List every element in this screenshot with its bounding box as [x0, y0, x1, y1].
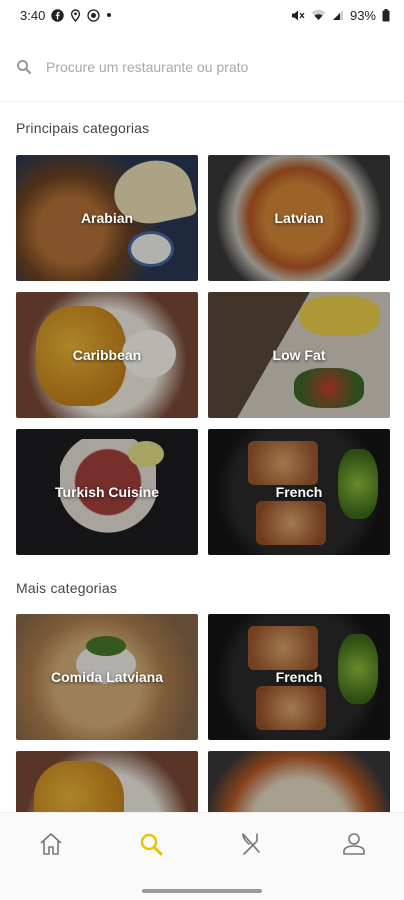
category-label: Latvian [274, 210, 324, 226]
nav-home[interactable] [31, 829, 71, 859]
battery-icon [382, 8, 390, 22]
category-label: Caribbean [72, 347, 142, 363]
mute-icon [291, 9, 305, 22]
category-tile-turkish-cuisine[interactable]: Turkish Cuisine [16, 429, 198, 555]
status-bar: 3:40 93% [0, 0, 404, 30]
home-icon [38, 831, 64, 857]
record-icon [87, 8, 100, 22]
main-categories-title: Principais categorias [16, 120, 150, 136]
search-input[interactable] [46, 58, 366, 75]
category-tile-caribbean[interactable]: Caribbean [16, 292, 198, 418]
category-tile-latvian[interactable]: Latvian [208, 155, 390, 281]
bottom-navigation [0, 812, 404, 900]
category-tile-french[interactable]: French [208, 429, 390, 555]
category-tile-low-fat[interactable]: Low Fat [208, 292, 390, 418]
category-label: Arabian [80, 210, 134, 226]
gesture-bar[interactable] [142, 889, 262, 893]
facebook-icon [51, 8, 65, 22]
battery-percent: 93% [349, 7, 376, 23]
search-icon [16, 59, 32, 75]
status-time: 3:40 [20, 7, 46, 23]
search-icon [138, 831, 164, 857]
search-bar[interactable] [0, 32, 404, 102]
nav-search[interactable] [131, 829, 171, 859]
category-tile-comida-latviana[interactable]: Comida Latviana [16, 614, 198, 740]
signal-icon [332, 9, 344, 21]
nav-restaurants[interactable] [232, 829, 272, 859]
category-tile-french[interactable]: French [208, 614, 390, 740]
dot-icon [106, 12, 112, 18]
category-label: Comida Latviana [50, 669, 164, 685]
location-icon [70, 8, 81, 22]
fork-knife-icon [239, 831, 265, 857]
category-label: Low Fat [272, 347, 326, 363]
category-label: French [275, 484, 323, 500]
nav-profile[interactable] [334, 829, 374, 859]
more-categories-title: Mais categorias [16, 580, 118, 596]
wifi-icon [311, 9, 326, 21]
category-tile-arabian[interactable]: Arabian [16, 155, 198, 281]
category-label: Turkish Cuisine [55, 484, 159, 500]
category-label: French [275, 669, 323, 685]
profile-icon [341, 831, 367, 857]
